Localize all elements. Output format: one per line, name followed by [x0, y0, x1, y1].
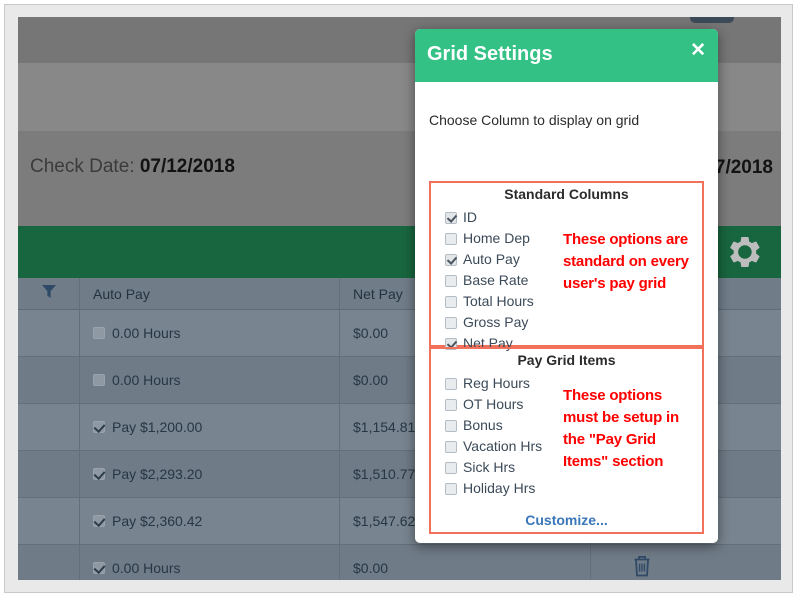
checkbox-icon[interactable] [445, 296, 457, 308]
standard-columns-option-list: ID Home Dep Auto Pay Base Rate Total Hours Gr… [445, 207, 575, 354]
pay-grid-item-option-label: OT Hours [463, 396, 524, 412]
app-window-frame: Check Date: 07/12/2018 /7/2018 Auto Pay … [4, 4, 793, 593]
standard-column-option-label: Home Dep [463, 230, 530, 246]
checkbox-icon[interactable] [445, 212, 457, 224]
pay-grid-item-option[interactable]: Reg Hours [445, 373, 575, 394]
row-cell-select [18, 545, 80, 580]
auto-pay-value: 0.00 Hours [93, 325, 180, 341]
checkbox-icon[interactable] [93, 562, 105, 574]
row-cell-select [18, 498, 80, 544]
net-pay-value: $1,510.77 [353, 466, 416, 482]
pay-grid-item-option[interactable]: Vacation Hrs [445, 436, 575, 457]
checkbox-icon[interactable] [93, 468, 105, 480]
auto-pay-value: 0.00 Hours [93, 372, 180, 388]
standard-columns-group: Standard Columns ID Home Dep Auto Pay Base … [429, 181, 704, 351]
header-cell-select [18, 278, 80, 309]
filter-icon[interactable] [41, 284, 56, 303]
table-row[interactable]: 0.00 Hours $0.00 [18, 545, 781, 580]
net-pay-value: $1,547.62 [353, 513, 416, 529]
screenshot-root: Check Date: 07/12/2018 /7/2018 Auto Pay … [0, 0, 797, 597]
row-cell-auto-pay: Pay $1,200.00 [80, 404, 340, 450]
auto-pay-value: Pay $2,360.42 [93, 513, 202, 529]
checkbox-icon[interactable] [93, 327, 105, 339]
standard-column-option-label: Auto Pay [463, 251, 520, 267]
checkbox-icon[interactable] [445, 317, 457, 329]
dialog-title: Grid Settings [427, 43, 553, 65]
checkbox-icon[interactable] [93, 421, 105, 433]
auto-pay-value: 0.00 Hours [93, 560, 180, 576]
checkbox-icon[interactable] [93, 374, 105, 386]
row-cell-auto-pay: Pay $2,293.20 [80, 451, 340, 497]
choose-column-label: Choose Column to display on grid [429, 112, 640, 128]
row-cell-actions [591, 545, 781, 580]
checkbox-icon[interactable] [445, 420, 457, 432]
pay-grid-item-option-label: Reg Hours [463, 375, 530, 391]
check-date-text: Check Date: 07/12/2018 [30, 156, 235, 178]
check-date-right-partial: /7/2018 [709, 157, 773, 178]
row-cell-select [18, 310, 80, 356]
checkbox-icon[interactable] [445, 462, 457, 474]
auto-pay-value: Pay $2,293.20 [93, 466, 202, 482]
dialog-header: Grid Settings ✕ [415, 29, 718, 82]
net-pay-value: $0.00 [353, 325, 389, 341]
checkbox-icon[interactable] [445, 378, 457, 390]
standard-column-option[interactable]: ID [445, 207, 575, 228]
net-pay-value: $0.00 [353, 372, 389, 388]
pay-grid-item-option[interactable]: Bonus [445, 415, 575, 436]
checkbox-icon[interactable] [445, 233, 457, 245]
pay-grid-item-option-label: Vacation Hrs [463, 438, 543, 454]
row-cell-select [18, 404, 80, 450]
customize-link[interactable]: Customize... [431, 512, 702, 528]
standard-column-option-label: Gross Pay [463, 314, 529, 330]
standard-column-option[interactable]: Base Rate [445, 270, 575, 291]
pay-grid-item-option-label: Sick Hrs [463, 459, 516, 475]
check-date-value: 07/12/2018 [139, 156, 235, 177]
checkbox-icon[interactable] [445, 483, 457, 495]
pay-grid-items-option-list: Reg Hours OT Hours Bonus Vacation Hrs Sick H… [445, 373, 575, 499]
row-cell-net-pay: $0.00 [340, 545, 591, 580]
pay-grid-item-option[interactable]: OT Hours [445, 394, 575, 415]
standard-column-option-label: Total Hours [463, 293, 534, 309]
header-cell-auto-pay[interactable]: Auto Pay [80, 278, 340, 309]
checkbox-icon[interactable] [445, 399, 457, 411]
pay-grid-items-heading: Pay Grid Items [517, 352, 616, 368]
row-cell-auto-pay: 0.00 Hours [80, 545, 340, 580]
row-cell-select [18, 357, 80, 403]
header-label-auto-pay: Auto Pay [93, 285, 150, 302]
row-cell-select [18, 451, 80, 497]
standard-column-option[interactable]: Total Hours [445, 291, 575, 312]
dialog-body: Choose Column to display on grid Standar… [415, 82, 718, 543]
pay-grid-item-option-label: Holiday Hrs [463, 480, 536, 496]
standard-column-option[interactable]: Home Dep [445, 228, 575, 249]
standard-columns-annotation: These options are standard on every user… [563, 231, 689, 292]
grid-settings-dialog: Grid Settings ✕ Choose Column to display… [415, 29, 718, 543]
standard-column-option[interactable]: Auto Pay [445, 249, 575, 270]
checkbox-icon[interactable] [93, 515, 105, 527]
net-pay-value: $1,154.81 [353, 419, 416, 435]
checkbox-icon[interactable] [445, 441, 457, 453]
standard-column-option-label: Base Rate [463, 272, 529, 288]
gear-icon[interactable] [727, 234, 763, 270]
pay-grid-item-option[interactable]: Sick Hrs [445, 457, 575, 478]
row-cell-auto-pay: Pay $2,360.42 [80, 498, 340, 544]
collapsed-panel-handle[interactable] [690, 17, 734, 23]
check-date-label: Check Date: [30, 156, 140, 177]
net-pay-value: $0.00 [353, 560, 389, 576]
checkbox-icon[interactable] [445, 254, 457, 266]
pay-grid-item-option-label: Bonus [463, 417, 503, 433]
row-cell-auto-pay: 0.00 Hours [80, 357, 340, 403]
row-cell-auto-pay: 0.00 Hours [80, 310, 340, 356]
trash-icon[interactable] [631, 554, 653, 581]
pay-grid-items-group: Pay Grid Items Reg Hours OT Hours Bonus Vac… [429, 347, 704, 534]
standard-column-option[interactable]: Gross Pay [445, 312, 575, 333]
auto-pay-value: Pay $1,200.00 [93, 419, 202, 435]
close-icon[interactable]: ✕ [690, 41, 706, 60]
header-label-net-pay: Net Pay [353, 285, 403, 302]
standard-columns-heading: Standard Columns [504, 186, 629, 202]
standard-column-option-label: ID [463, 209, 477, 225]
checkbox-icon[interactable] [445, 275, 457, 287]
pay-grid-item-option[interactable]: Holiday Hrs [445, 478, 575, 499]
pay-grid-items-annotation: These options must be setup in the "Pay … [563, 387, 679, 470]
